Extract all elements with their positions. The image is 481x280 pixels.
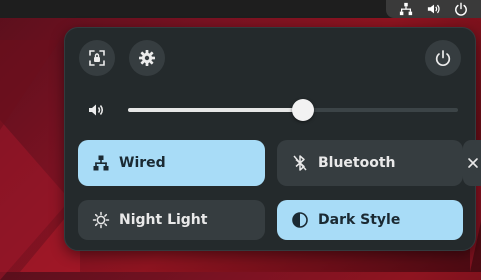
bluetooth-more-button[interactable] (463, 140, 481, 186)
volume-row (65, 98, 475, 122)
system-tray[interactable] (386, 0, 481, 18)
tile-night-light-label: Night Light (119, 212, 208, 228)
gear-icon (138, 49, 156, 67)
bluetooth-disabled-icon (291, 154, 309, 172)
screenshot-icon (88, 49, 106, 67)
power-icon (454, 2, 468, 16)
tile-dark-style[interactable]: Dark Style (277, 200, 463, 240)
tile-wired-label: Wired (119, 155, 166, 171)
tile-bluetooth-label: Bluetooth (318, 155, 396, 171)
volume-slider-fill (128, 108, 303, 112)
volume-icon[interactable] (87, 101, 105, 119)
dark-style-icon (291, 211, 309, 229)
tile-bluetooth[interactable]: Bluetooth (277, 140, 463, 186)
chevron-right-icon (463, 157, 479, 169)
wallpaper-facet (0, 40, 60, 130)
screenshot-button[interactable] (79, 40, 115, 76)
volume-slider[interactable] (128, 99, 458, 121)
tile-wired[interactable]: Wired (78, 140, 265, 186)
volume-slider-knob[interactable] (291, 99, 314, 121)
quick-settings-panel: Wired Bluetooth Night Light Dark Style (64, 27, 481, 251)
tile-night-light[interactable]: Night Light (78, 200, 265, 240)
volume-icon (427, 2, 441, 16)
night-light-icon (92, 211, 110, 229)
settings-button[interactable] (129, 40, 165, 76)
network-wired-icon (399, 2, 413, 16)
tile-dark-style-label: Dark Style (318, 212, 401, 228)
top-bar (0, 0, 481, 18)
power-button[interactable] (425, 40, 461, 76)
power-icon (434, 49, 452, 67)
network-wired-icon (92, 154, 110, 172)
